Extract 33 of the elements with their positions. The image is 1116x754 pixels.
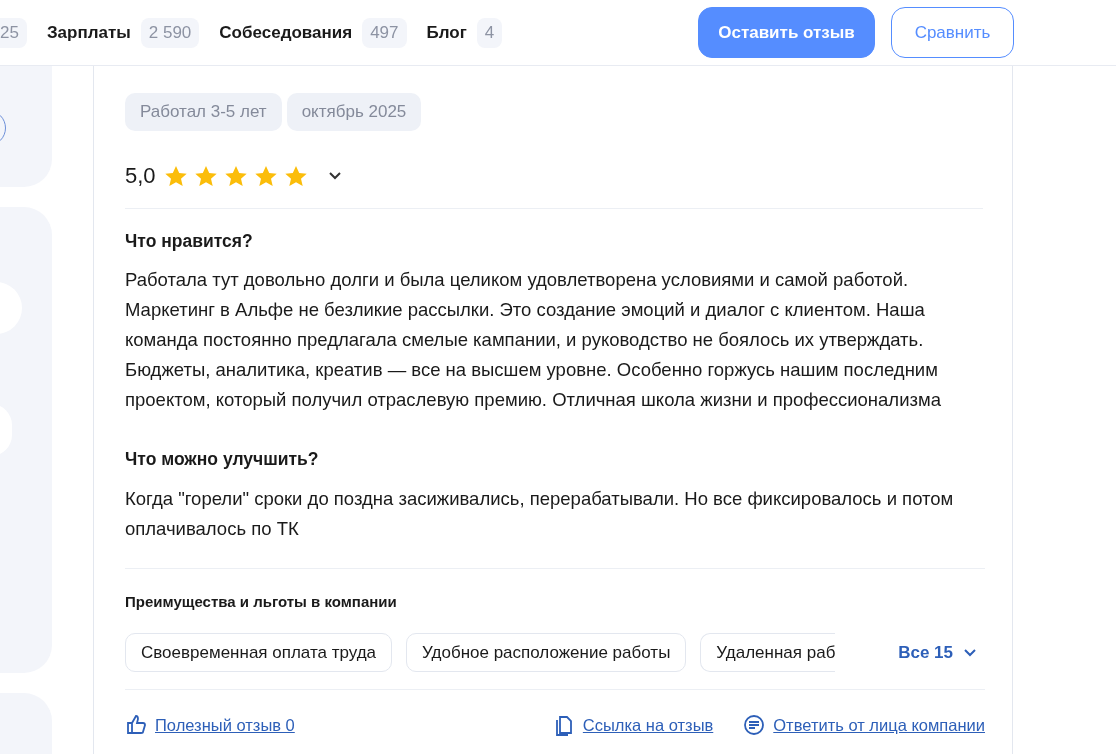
star-icon: [163, 164, 188, 187]
count-badge: 25: [0, 17, 27, 48]
star-icon: [193, 164, 218, 187]
rating-value: 5,0: [125, 162, 156, 190]
review-link[interactable]: Ссылка на отзыв: [552, 713, 714, 738]
count-badge: 2 590: [140, 17, 200, 48]
reply-link[interactable]: Ответить от лица компании: [743, 713, 985, 738]
leave-review-button[interactable]: Оставить отзыв: [698, 7, 875, 58]
thumbs-up-icon: [125, 714, 147, 737]
benefits-title: Преимущества и льготы в компании: [125, 591, 398, 612]
section-heading: Что можно улучшить?: [125, 448, 320, 472]
star-icon: [283, 164, 308, 187]
review-text: Когда "горели" сроки до поздна засиживались, перерабатывали. Но все фиксировалось и потом оплачивалось по ТК: [125, 486, 955, 541]
tab-link[interactable]: Собеседования: [219, 19, 353, 46]
show-all-button[interactable]: Все 15: [898, 639, 977, 666]
star-icon: [223, 164, 248, 187]
helpful-review-link[interactable]: Полезный отзыв 0: [125, 713, 295, 738]
compare-button[interactable]: Сравнить: [891, 7, 1014, 58]
benefit-chip: Удобное расположение работы: [406, 633, 687, 672]
tab-link[interactable]: Блог: [426, 19, 467, 46]
benefit-chip: Удаленная раб: [700, 633, 836, 672]
tag-chip: октябрь 2025: [286, 93, 422, 131]
chat-icon: [743, 714, 766, 737]
star-icon: [253, 164, 278, 187]
tab-link[interactable]: Зарплаты: [46, 19, 131, 46]
tag-chip: Работал 3-5 лет: [125, 93, 282, 131]
section-heading: Что нравится?: [125, 230, 254, 253]
chevron-down-icon: [963, 648, 977, 657]
count-badge: 497: [362, 17, 407, 48]
review-text: Работала тут довольно долги и была целиком удовлетворена условиями и самой работой. Маркетинг в Альфе не безликие рассылки. Это создание эмоций и диалог с клиентом. Наша команда постоянно предлагала смелые кампании, и руководство не боялось их утверждать. Бюджеты, аналитика, креатив — все на высшем уровне. Особенно горжусь нашим последним проектом, который получил отраслевую премию. Отличная школа жизни и профессионализма: [125, 268, 942, 413]
benefit-chip: Своевременная оплата труда: [125, 633, 393, 672]
chevron-down-icon[interactable]: [327, 171, 342, 180]
count-badge: 4: [476, 17, 503, 48]
